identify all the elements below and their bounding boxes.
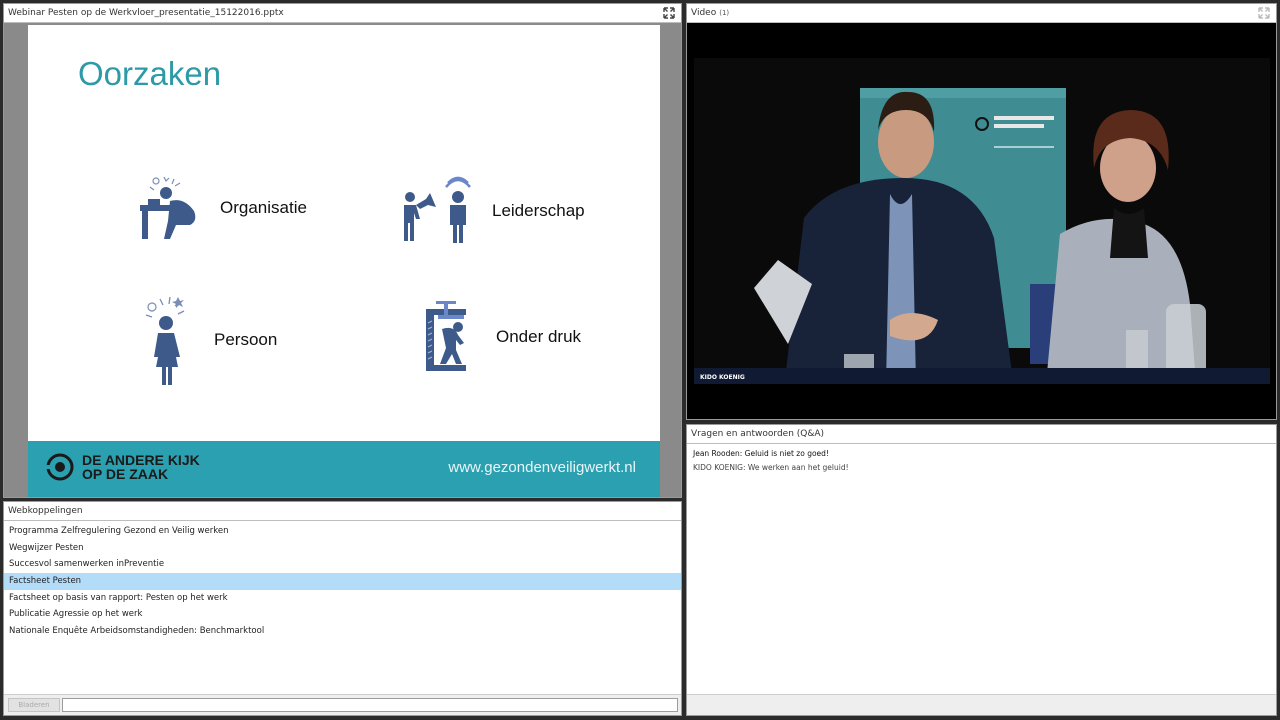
qa-question: Jean Rooden: Geluid is niet zo goed! xyxy=(693,449,829,458)
item-leiderschap: Leiderschap xyxy=(400,175,585,247)
maximize-icon[interactable] xyxy=(1258,7,1270,19)
item-label-persoon: Persoon xyxy=(214,330,278,349)
logo-line-1: DE ANDERE KIJK xyxy=(82,452,200,468)
clamp-pressure-icon xyxy=(426,301,466,371)
web-links-header: Webkoppelingen xyxy=(4,502,681,521)
presentation-pod-header: Webinar Pesten op de Werkvloer_presentat… xyxy=(4,4,681,23)
qa-header: Vragen en antwoorden (Q&A) xyxy=(687,425,1276,444)
presentation-title: Webinar Pesten op de Werkvloer_presentat… xyxy=(8,8,284,18)
list-item[interactable]: Wegwijzer Pesten xyxy=(4,540,681,557)
video-player[interactable]: KIDO KOENIG xyxy=(687,23,1276,419)
list-item[interactable]: Nationale Enquête Arbeidsomstandigheden:… xyxy=(4,623,681,640)
item-persoon: Persoon xyxy=(136,293,277,387)
qa-footer xyxy=(687,694,1276,715)
qa-pod: Vragen en antwoorden (Q&A) Jean Rooden: … xyxy=(686,424,1277,716)
video-scene-image xyxy=(694,58,1270,384)
stressed-worker-icon xyxy=(140,176,196,239)
web-links-pod: Webkoppelingen Programma Zelfregulering … xyxy=(3,501,682,716)
leader-megaphone-icon xyxy=(404,176,471,243)
slide-viewport: Oorzaken Organisatie Leiderschap Persoon… xyxy=(4,23,681,497)
logo-line-2: OP DE ZAAK xyxy=(82,466,169,482)
list-item-selected[interactable]: Factsheet Pesten xyxy=(4,573,681,590)
video-pod: Video (1) KIDO KOENIG xyxy=(686,3,1277,420)
web-links-footer: Bladeren xyxy=(4,694,681,715)
web-links-title: Webkoppelingen xyxy=(8,506,83,516)
slide-footer-band: DE ANDERE KIJK OP DE ZAAK www.gezondenve… xyxy=(28,441,660,497)
item-label-leiderschap: Leiderschap xyxy=(492,201,585,220)
eye-logo-icon xyxy=(46,453,74,481)
item-organisatie: Organisatie xyxy=(136,173,307,243)
qa-title: Vragen en antwoorden (Q&A) xyxy=(691,429,825,439)
item-label-onder-druk: Onder druk xyxy=(496,327,582,346)
video-count: (1) xyxy=(719,9,730,17)
stressed-person-icon xyxy=(145,296,185,385)
slide-heading: Oorzaken xyxy=(78,55,222,92)
list-item[interactable]: Publicatie Agressie op het werk xyxy=(4,606,681,623)
url-input[interactable] xyxy=(62,698,678,712)
list-item[interactable]: Programma Zelfregulering Gezond en Veili… xyxy=(4,523,681,540)
qa-list: Jean Rooden: Geluid is niet zo goed! KID… xyxy=(687,447,1276,474)
web-links-list: Programma Zelfregulering Gezond en Veili… xyxy=(4,523,681,640)
item-label-organisatie: Organisatie xyxy=(220,198,307,217)
maximize-icon[interactable] xyxy=(663,7,675,19)
footer-logo: DE ANDERE KIJK OP DE ZAAK xyxy=(46,453,200,481)
slide: Oorzaken Organisatie Leiderschap Persoon… xyxy=(28,25,660,497)
video-title: Video xyxy=(691,8,717,18)
qa-answer: KIDO KOENIG: We werken aan het geluid! xyxy=(693,462,849,472)
browse-button[interactable]: Bladeren xyxy=(8,698,60,712)
item-onder-druk: Onder druk xyxy=(416,299,581,375)
footer-url: www.gezondenveiligwerkt.nl xyxy=(448,459,636,476)
video-pod-header: Video (1) xyxy=(687,4,1276,23)
list-item[interactable]: Factsheet op basis van rapport: Pesten o… xyxy=(4,590,681,607)
presentation-pod: Webinar Pesten op de Werkvloer_presentat… xyxy=(3,3,682,498)
list-item[interactable]: Succesvol samenwerken inPreventie xyxy=(4,556,681,573)
video-frame: KIDO KOENIG xyxy=(694,58,1270,384)
speaker-caption: KIDO KOENIG xyxy=(700,374,745,381)
